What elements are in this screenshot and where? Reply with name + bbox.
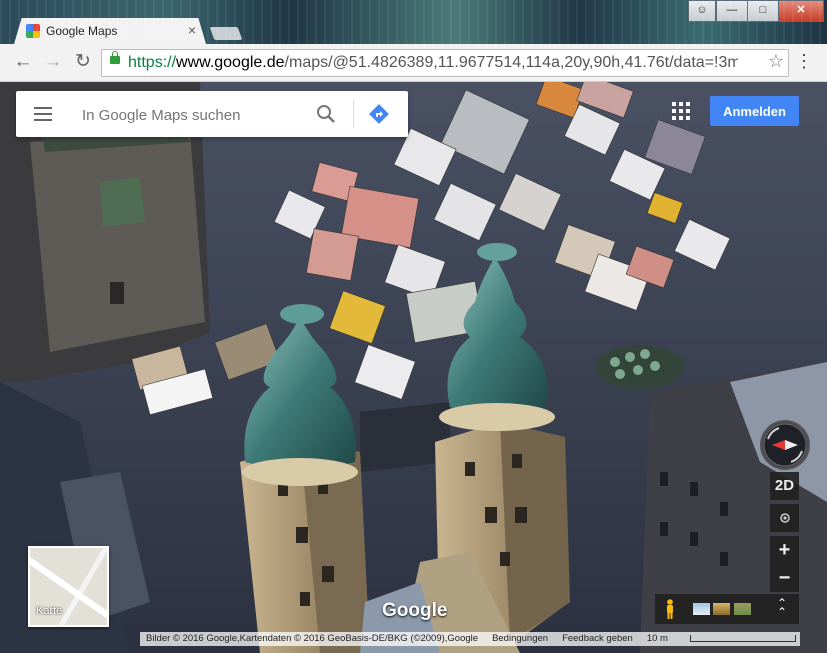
google-apps-icon[interactable] <box>672 102 690 120</box>
maximize-button[interactable]: □ <box>747 0 779 22</box>
sign-in-button[interactable]: Anmelden <box>710 96 799 126</box>
tab-title: Google Maps <box>46 24 118 38</box>
url-text[interactable]: https://www.google.de/maps/@51.4826389,1… <box>128 54 738 72</box>
hamburger-menu-icon[interactable] <box>34 107 52 121</box>
search-icon[interactable] <box>316 104 336 124</box>
map-type-thumbnail[interactable]: Karte <box>28 546 109 627</box>
toggle-2d-button[interactable]: 2D <box>770 472 799 500</box>
search-box <box>16 91 408 139</box>
forward-button[interactable]: → <box>40 50 66 74</box>
my-location-icon <box>779 513 790 523</box>
imagery-tray: ⌃ ⌃ <box>655 594 799 624</box>
reload-button[interactable]: ↻ <box>70 50 96 74</box>
terms-link[interactable]: Bedingungen <box>492 633 548 644</box>
url-host: www.google.de <box>176 54 285 71</box>
tab-close-icon[interactable]: × <box>188 22 196 38</box>
imagery-thumbnail[interactable] <box>693 603 710 615</box>
directions-icon[interactable] <box>368 103 390 125</box>
minimap-label: Karte <box>36 605 63 617</box>
scale-bar <box>690 635 796 642</box>
user-profile-button[interactable]: ☺ <box>688 0 716 22</box>
map-view[interactable]: Anmelden 2D + − Karte Google <box>0 82 827 653</box>
back-button[interactable]: ← <box>10 50 36 74</box>
zoom-in-button[interactable]: + <box>770 536 799 564</box>
google-logo: Google <box>382 600 448 621</box>
bookmark-star-icon[interactable]: ☆ <box>768 51 784 72</box>
pegman-icon[interactable] <box>665 599 675 619</box>
imagery-credit: Bilder © 2016 Google,Kartendaten © 2016 … <box>146 633 479 644</box>
browser-toolbar: ← → ↻ https://www.google.de/maps/@51.482… <box>0 44 827 82</box>
feedback-link[interactable]: Feedback geben <box>562 633 633 644</box>
search-divider <box>353 100 354 128</box>
minimize-button[interactable]: — <box>716 0 748 22</box>
google-maps-favicon-icon <box>26 24 40 38</box>
my-location-button[interactable] <box>770 504 799 532</box>
imagery-thumbnail[interactable] <box>734 603 751 615</box>
expand-chevron-icon[interactable]: ⌃ ⌃ <box>777 597 787 618</box>
title-bar: Google Maps × ☺ — □ ✕ <box>0 0 827 44</box>
aerial-3d-imagery <box>0 82 827 653</box>
scale-label[interactable]: 10 m <box>647 633 668 644</box>
url-path: /maps/@51.4826389,11.9677514,114a,20y,90… <box>284 54 738 71</box>
address-bar[interactable]: https://www.google.de/maps/@51.4826389,1… <box>101 49 789 77</box>
zoom-out-button[interactable]: − <box>770 564 799 592</box>
browser-menu-icon[interactable]: ⋮ <box>795 51 813 72</box>
browser-tab[interactable]: Google Maps × <box>14 18 206 44</box>
browser-window: Google Maps × ☺ — □ ✕ ← → ↻ https://www.… <box>0 0 827 653</box>
secure-lock-icon <box>110 51 120 64</box>
search-input[interactable] <box>80 91 310 139</box>
compass-icon[interactable] <box>760 420 810 470</box>
url-scheme: https:// <box>128 54 177 71</box>
new-tab-button[interactable] <box>209 27 243 40</box>
imagery-thumbnail[interactable] <box>713 603 730 615</box>
close-window-button[interactable]: ✕ <box>778 0 824 22</box>
